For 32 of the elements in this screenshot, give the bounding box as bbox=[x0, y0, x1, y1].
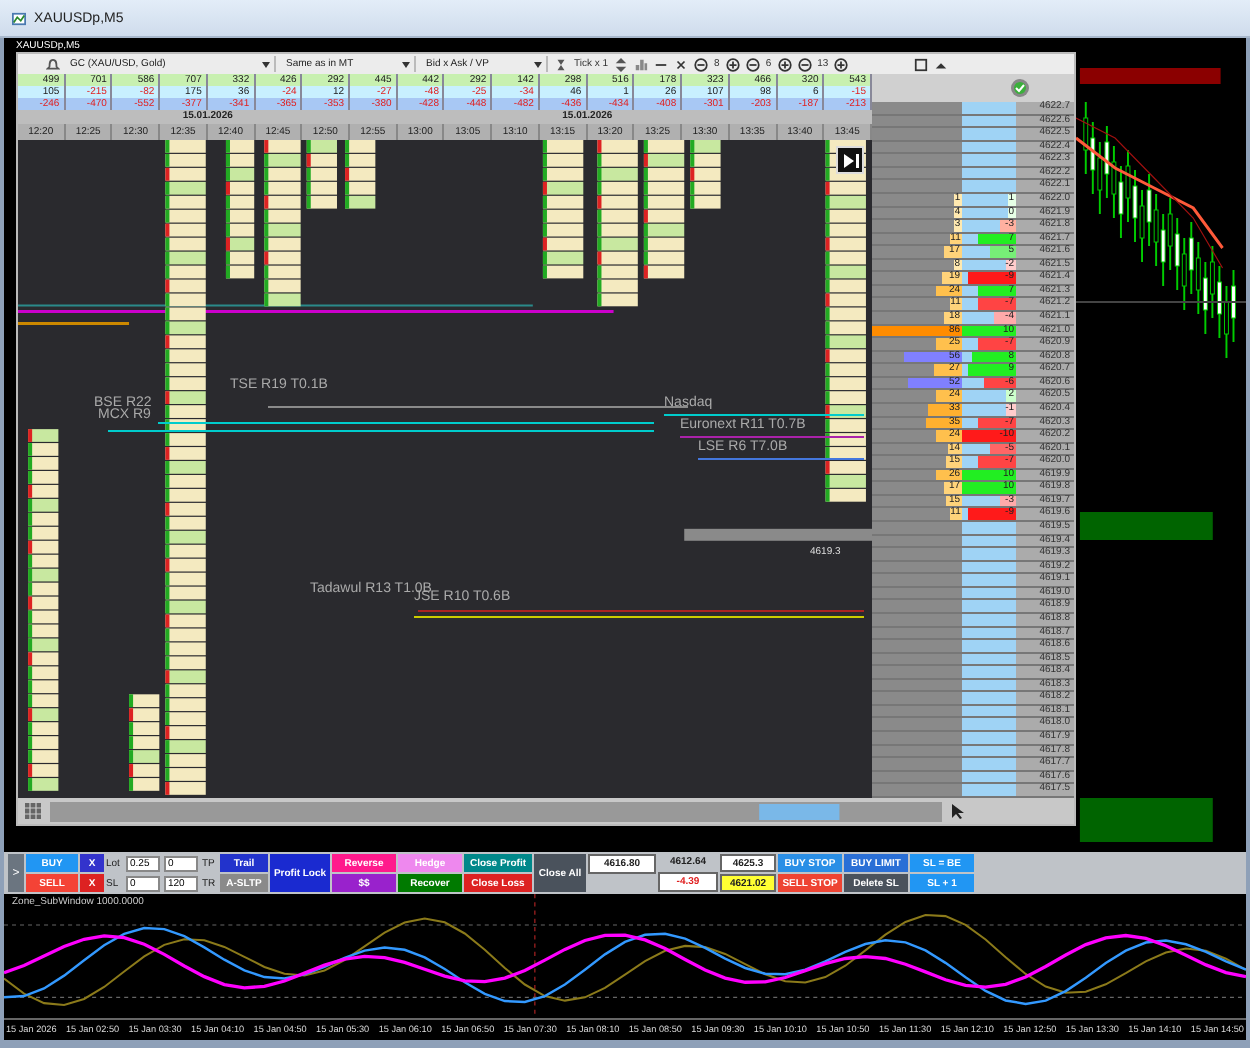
bell-icon[interactable] bbox=[46, 57, 60, 71]
level-line bbox=[18, 321, 130, 325]
plus-icon[interactable] bbox=[725, 57, 740, 71]
bar-chart-icon[interactable] bbox=[634, 57, 649, 71]
play-end-icon bbox=[841, 151, 859, 169]
footprint-column bbox=[690, 140, 721, 209]
up-down-arrows-icon[interactable] bbox=[614, 57, 629, 71]
minus-icon[interactable] bbox=[797, 57, 812, 71]
minus-icon[interactable] bbox=[694, 57, 709, 71]
caret-icon bbox=[534, 61, 542, 67]
footprint-column bbox=[129, 694, 160, 791]
close-icon[interactable] bbox=[674, 57, 689, 71]
footprint-column bbox=[306, 140, 337, 209]
footprint-column bbox=[643, 140, 685, 279]
plus-icon[interactable] bbox=[834, 57, 849, 71]
zone-rectangle bbox=[1079, 512, 1213, 540]
chart-icon bbox=[12, 11, 26, 25]
zone-rectangle bbox=[1079, 68, 1221, 84]
caret-icon bbox=[262, 61, 270, 67]
grid-icon[interactable] bbox=[24, 802, 42, 820]
maximize-icon[interactable] bbox=[914, 57, 929, 71]
plus-icon[interactable] bbox=[777, 57, 792, 71]
caret-icon bbox=[402, 61, 410, 67]
cursor-icon[interactable] bbox=[950, 802, 968, 820]
footprint-column bbox=[345, 140, 376, 209]
timeline-scrollbar[interactable] bbox=[50, 801, 942, 821]
zone-rectangle bbox=[1079, 798, 1213, 842]
footprint-column bbox=[225, 140, 255, 279]
minus-icon[interactable] bbox=[745, 57, 760, 71]
footprint-column bbox=[542, 140, 584, 279]
check-circle-icon[interactable] bbox=[1010, 78, 1030, 98]
play-button[interactable] bbox=[836, 146, 864, 174]
